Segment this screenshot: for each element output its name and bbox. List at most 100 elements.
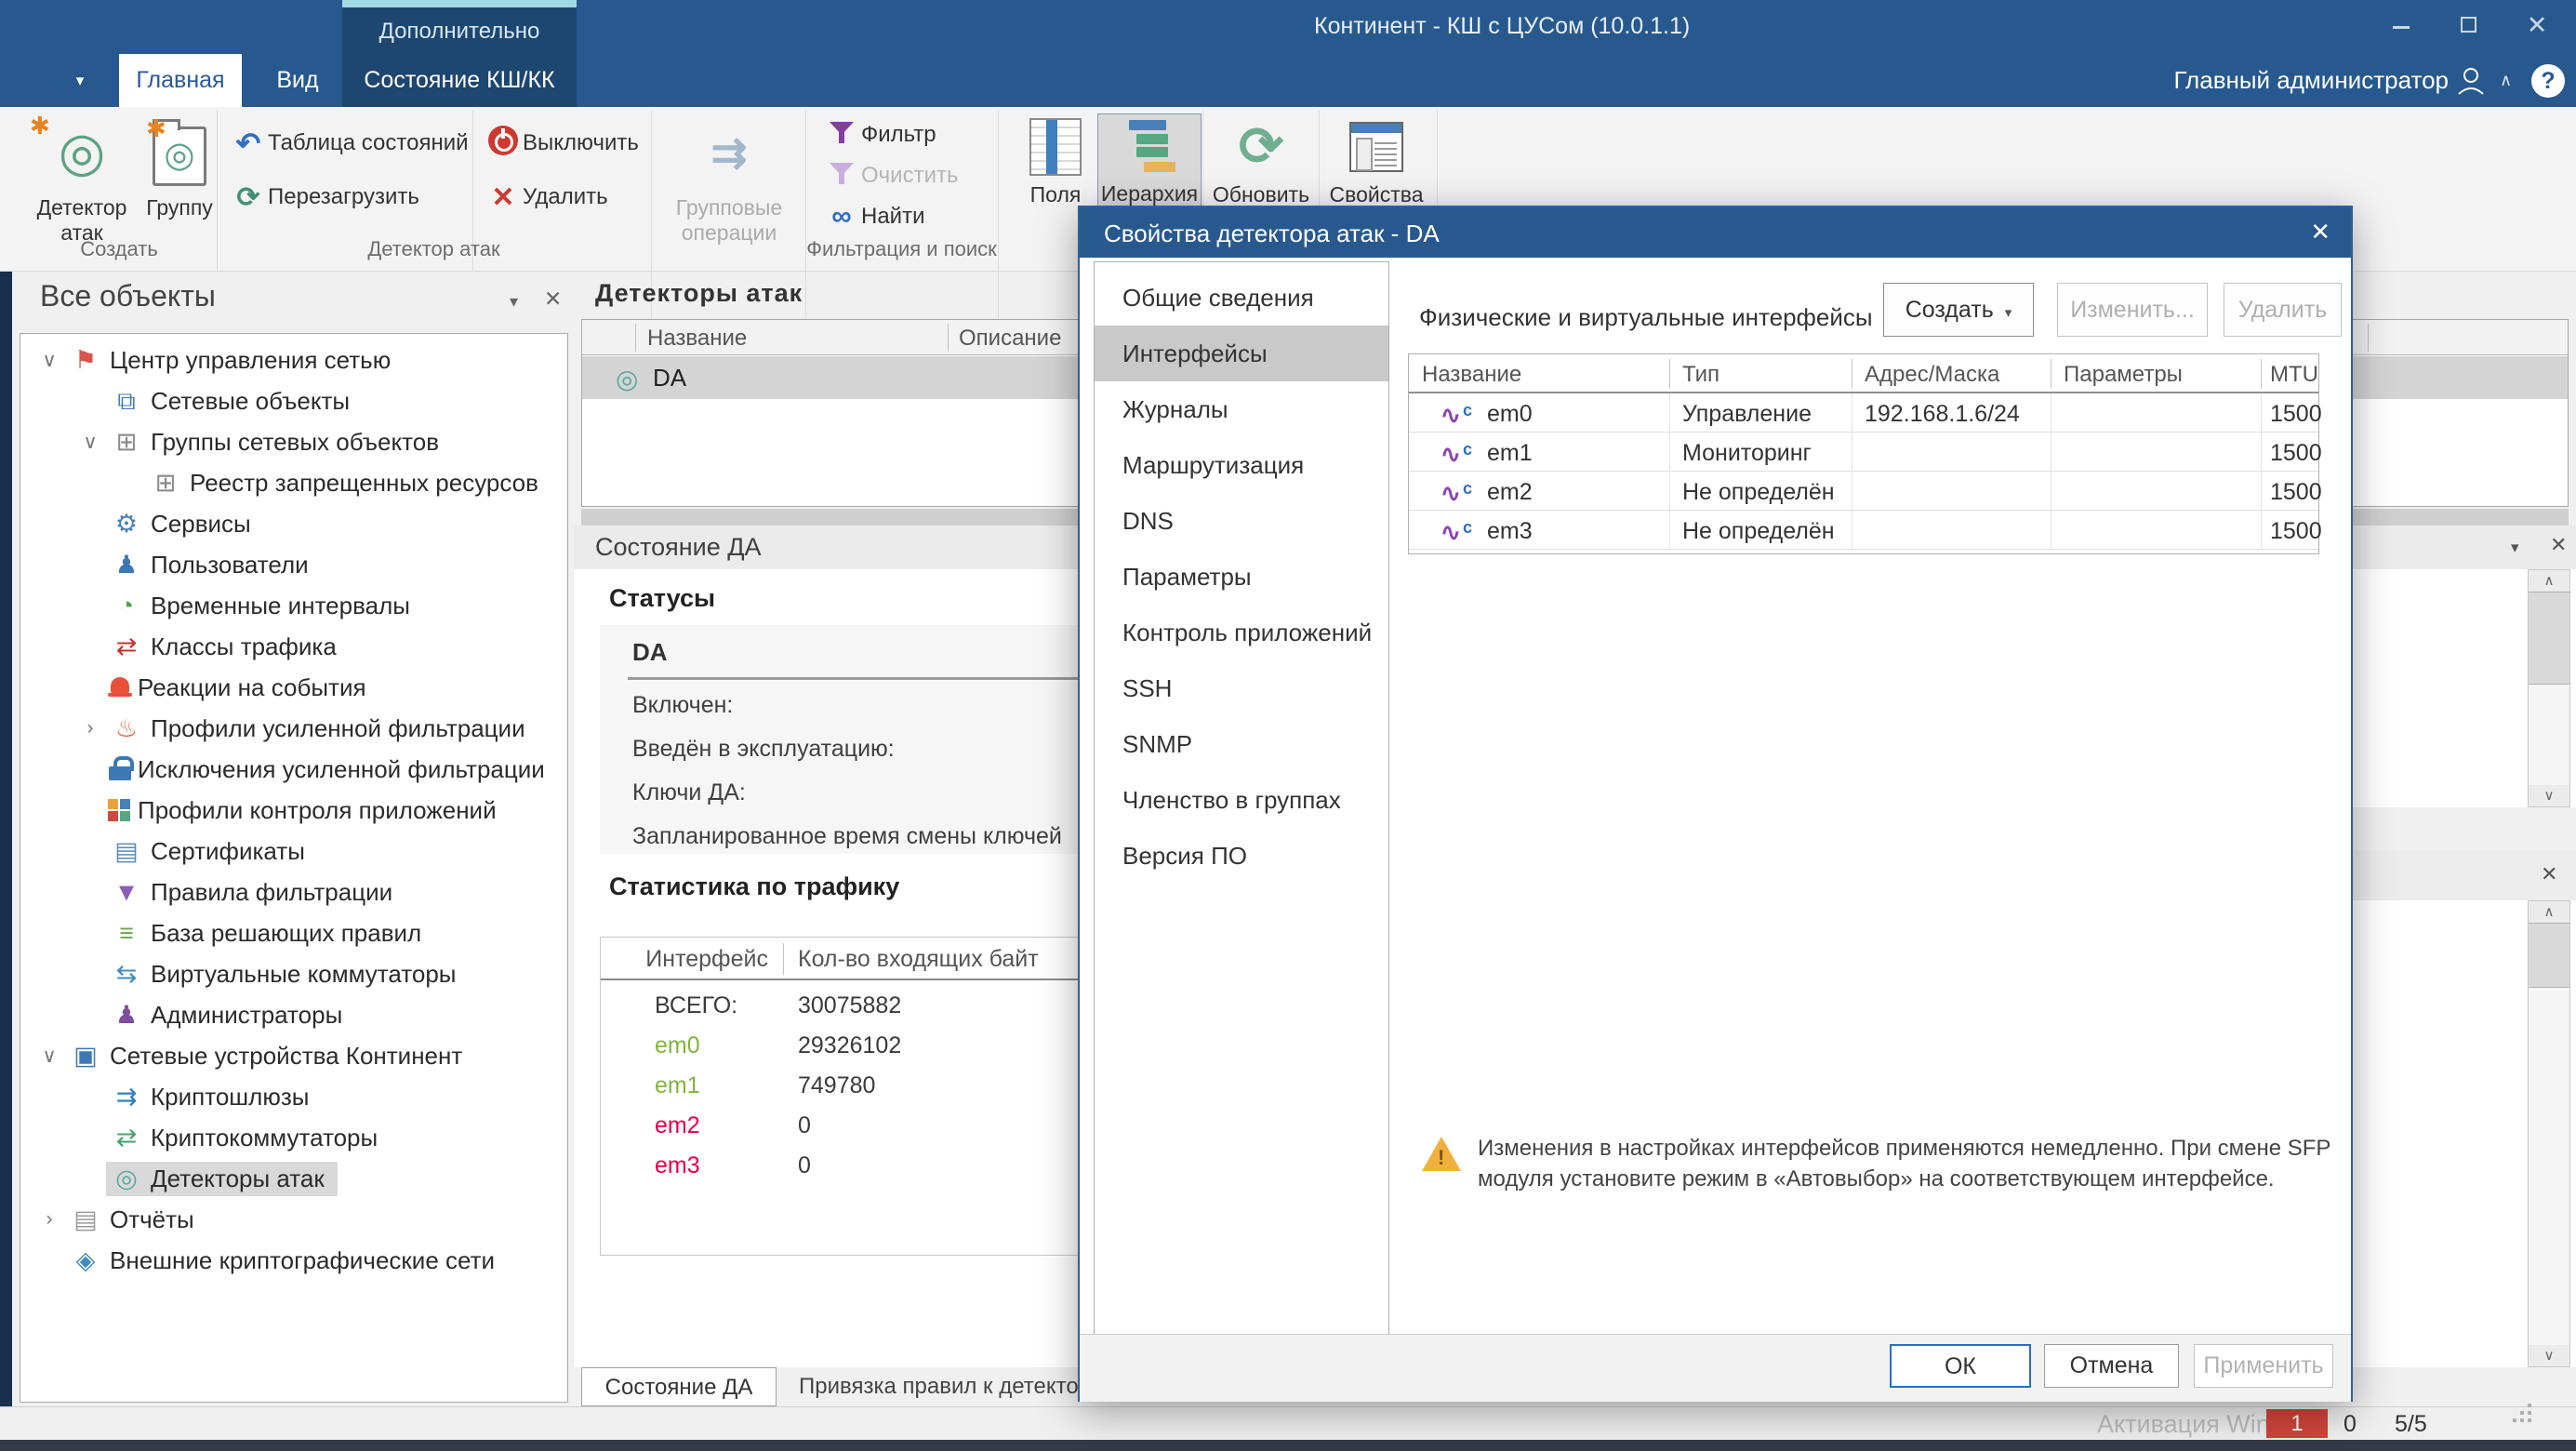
sidebar-tree-item[interactable]: ∨ ⚑Центр управления сетью [20, 339, 567, 380]
create-group-button[interactable]: ◎✱ Группу [143, 113, 216, 220]
dialog-nav-item[interactable]: Членство в группах [1095, 772, 1388, 828]
app-menu-button[interactable]: ▾ [54, 54, 106, 107]
sidebar-tree-item[interactable]: ⇉Криптошлюзы [20, 1076, 567, 1117]
collapsed-panel-strip[interactable] [0, 272, 12, 1406]
scroll-up-icon[interactable]: ∧ [2529, 570, 2569, 592]
create-interface-button[interactable]: Создать▾ [1883, 283, 2034, 337]
traffic-stats-row[interactable]: em0 29326102 [601, 1026, 1079, 1066]
sidebar-tree-item[interactable]: ∨ ▣Сетевые устройства Континент [20, 1035, 567, 1076]
cancel-button[interactable]: Отмена [2044, 1344, 2179, 1388]
panel-close-icon[interactable]: ✕ [2541, 862, 2557, 886]
create-attack-detector-button[interactable]: ◎ ✱ Детектор атак [22, 113, 141, 246]
tab-state-ksh-kk[interactable]: Состояние КШ/КК [342, 54, 577, 107]
sidebar-close-icon[interactable]: ✕ [544, 286, 562, 312]
sidebar-tree-item[interactable]: ♟Администраторы [20, 994, 567, 1035]
hierarchy-button[interactable]: Иерархия [1097, 113, 1202, 207]
sidebar-tree-item[interactable]: Реакции на события [20, 667, 567, 708]
column-header-type[interactable]: Тип [1682, 362, 1720, 388]
refresh-button[interactable]: ⟳ Обновить [1209, 113, 1313, 207]
dialog-nav-item[interactable]: Маршрутизация [1095, 437, 1388, 493]
sidebar-tree-item[interactable]: ⇄Криптокоммутаторы [20, 1117, 567, 1158]
sidebar-tree-item[interactable]: ⧉Сетевые объекты [20, 380, 567, 421]
group-operations-button[interactable]: ⇉ Групповые операции [656, 113, 803, 246]
clear-filter-button[interactable]: Очистить [822, 155, 993, 196]
sidebar-tree-item[interactable]: ◎Детекторы атак [20, 1158, 567, 1199]
account-chevron-icon[interactable]: ∧ [2500, 54, 2512, 107]
scroll-down-icon[interactable]: ∨ [2529, 785, 2569, 806]
filter-button[interactable]: Фильтр [822, 114, 993, 155]
scroll-down-icon[interactable]: ∨ [2529, 1345, 2569, 1366]
alert-count-badge[interactable]: 1 [2266, 1409, 2328, 1438]
apply-button[interactable]: Применить [2194, 1344, 2333, 1388]
find-button[interactable]: ∞ Найти [822, 196, 993, 237]
account-name[interactable]: Главный администратор [2173, 54, 2449, 107]
scrollbar-thumb[interactable] [2529, 592, 2569, 685]
expand-chevron-icon[interactable]: › [33, 1208, 65, 1231]
tab-main[interactable]: Главная [119, 54, 242, 107]
minimize-button[interactable] [2375, 0, 2427, 47]
dialog-nav-item[interactable]: DNS [1095, 493, 1388, 549]
column-header-name[interactable]: Название [647, 326, 747, 352]
sidebar-tree-item[interactable]: ▼Правила фильтрации [20, 872, 567, 912]
expand-chevron-icon[interactable]: ∨ [33, 349, 65, 372]
sidebar-tree-item[interactable]: ⚙Сервисы [20, 503, 567, 544]
dialog-nav-item[interactable]: Параметры [1095, 549, 1388, 605]
interface-row[interactable]: ∿ c em0 Управление 192.168.1.6/24 1500 [1409, 393, 2318, 433]
sidebar-pin-caret-icon[interactable]: ▾ [510, 292, 518, 312]
edit-interface-button[interactable]: Изменить... [2057, 283, 2208, 337]
column-header-interface[interactable]: Интерфейс [638, 946, 768, 973]
traffic-stats-row[interactable]: em3 0 [601, 1146, 1079, 1186]
traffic-stats-row[interactable]: em1 749780 [601, 1066, 1079, 1106]
power-off-button[interactable]: Выключить [484, 123, 647, 164]
traffic-stats-row[interactable]: em2 0 [601, 1106, 1079, 1146]
column-header-mtu[interactable]: MTU [2270, 362, 2318, 388]
dialog-titlebar[interactable]: Свойства детектора атак - DA ✕ [1080, 207, 2351, 258]
expand-chevron-icon[interactable]: ∨ [74, 431, 106, 454]
help-icon[interactable]: ? [2531, 64, 2565, 98]
dialog-nav-item[interactable]: Версия ПО [1095, 828, 1388, 884]
remove-interface-button[interactable]: Удалить [2224, 283, 2342, 337]
sidebar-tree-item[interactable]: ▤Сертификаты [20, 831, 567, 872]
scroll-up-icon[interactable]: ∧ [2529, 901, 2569, 923]
sidebar-tree-item[interactable]: ⇆Виртуальные коммутаторы [20, 953, 567, 994]
sidebar-tree-item[interactable]: ∨ ⊞Группы сетевых объектов [20, 421, 567, 462]
column-header-name[interactable]: Название [1422, 362, 1521, 388]
column-header-params[interactable]: Параметры [2064, 362, 2183, 388]
expand-chevron-icon[interactable]: ∨ [33, 1045, 65, 1068]
sidebar-tree-item[interactable]: ♟Пользователи [20, 544, 567, 585]
reload-button[interactable]: ⟳ Перезагрузить [229, 177, 471, 218]
resize-grip[interactable] [2513, 1418, 2516, 1422]
interface-row[interactable]: ∿ c em3 Не определён 1500 [1409, 511, 2318, 550]
sidebar-tree-item[interactable]: ⊞Реестр запрещенных ресурсов [20, 462, 567, 503]
sidebar-tree-item[interactable]: ⇄Классы трафика [20, 626, 567, 667]
fields-button[interactable]: Поля [1009, 113, 1102, 207]
sidebar-tree-item[interactable]: › ▤Отчёты [20, 1199, 567, 1240]
delete-button[interactable]: ✕ Удалить [484, 177, 647, 218]
ok-button[interactable]: ОК [1890, 1344, 2031, 1388]
state-table-button[interactable]: ↶ Таблица состояний [229, 123, 471, 164]
expand-chevron-icon[interactable]: › [74, 717, 106, 739]
panel-close-icon[interactable]: ✕ [2550, 533, 2567, 557]
sidebar-tree-item[interactable]: Исключения усиленной фильтрации [20, 749, 567, 790]
dialog-nav-item[interactable]: SSH [1095, 660, 1388, 716]
vertical-scrollbar[interactable]: ∧ ∨ [2528, 900, 2570, 1367]
user-icon[interactable] [2455, 65, 2487, 101]
column-header-incoming-bytes[interactable]: Кол-во входящих байт [798, 946, 1039, 973]
interface-row[interactable]: ∿ c em2 Не определён 1500 [1409, 472, 2318, 511]
vertical-scrollbar[interactable]: ∧ ∨ [2528, 569, 2570, 807]
sidebar-tree-item[interactable]: ◈Внешние криптографические сети [20, 1240, 567, 1281]
dialog-nav-item[interactable]: Контроль приложений [1095, 605, 1388, 660]
close-window-button[interactable]: ✕ [2511, 0, 2563, 47]
traffic-stats-row[interactable]: ВСЕГО: 30075882 [601, 986, 1079, 1026]
column-header-addr[interactable]: Адрес/Маска [1865, 362, 1999, 388]
dialog-nav-item[interactable]: SNMP [1095, 716, 1388, 772]
bottom-tab-state-da[interactable]: Состояние ДА [581, 1367, 777, 1406]
dialog-close-icon[interactable]: ✕ [2310, 218, 2330, 246]
properties-button[interactable]: Свойства [1321, 113, 1432, 207]
sidebar-tree-item[interactable]: Профили контроля приложений [20, 790, 567, 831]
panel-caret-icon[interactable]: ▾ [2511, 539, 2519, 557]
column-header-description[interactable]: Описание [959, 326, 1061, 352]
interface-row[interactable]: ∿ c em1 Мониторинг 1500 [1409, 433, 2318, 472]
sidebar-tree-item[interactable]: ≡База решающих правил [20, 912, 567, 953]
sidebar-tree-item[interactable]: › ♨Профили усиленной фильтрации [20, 708, 567, 749]
